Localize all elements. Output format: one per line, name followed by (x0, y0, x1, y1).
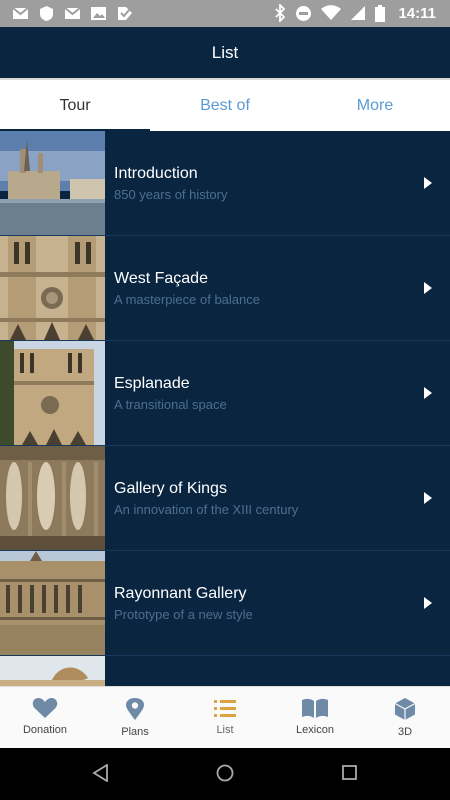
list-item-title: Gallery of Kings (114, 480, 227, 497)
shield-icon (38, 5, 55, 22)
thumbnail-image (0, 236, 105, 340)
list-item-partial[interactable] (0, 656, 450, 686)
nav-donation[interactable]: Donation (0, 687, 90, 748)
nav-lexicon[interactable]: Lexicon (270, 687, 360, 748)
gmail-icon (12, 5, 29, 22)
list-item-title: Esplanade (114, 375, 190, 392)
chevron-right-icon (424, 387, 432, 399)
nav-label: List (216, 724, 234, 736)
nav-list[interactable]: List (180, 687, 270, 748)
signal-icon (351, 6, 366, 20)
tab-best-of[interactable]: Best of (150, 80, 300, 131)
list-item-rayonnant-gallery[interactable]: Rayonnant Gallery Prototype of a new sty… (0, 551, 450, 656)
do-not-disturb-icon (296, 5, 312, 21)
chevron-right-icon (424, 282, 432, 294)
bluetooth-icon (275, 4, 286, 22)
recents-icon[interactable] (341, 764, 359, 782)
back-icon[interactable] (92, 764, 110, 782)
nav-label: Donation (22, 724, 68, 736)
thumbnail-image (0, 446, 105, 550)
list-item-title: Rayonnant Gallery (114, 585, 247, 602)
list-icon (214, 700, 236, 717)
tab-more[interactable]: More (300, 80, 450, 131)
system-icons: 14:11 (274, 4, 436, 22)
chevron-right-icon (424, 597, 432, 609)
chevron-right-icon (424, 492, 432, 504)
list-item-subtitle: A masterpiece of balance (114, 292, 260, 307)
map-pin-icon (126, 698, 144, 720)
list-item-title: Introduction (114, 165, 198, 182)
page-title: List (211, 43, 239, 62)
tour-list: Introduction 850 years of history West F… (0, 131, 450, 686)
list-item-esplanade[interactable]: Esplanade A transitional space (0, 341, 450, 446)
thumbnail-image (0, 131, 105, 235)
book-icon (302, 698, 328, 718)
list-item-subtitle: 850 years of history (114, 187, 228, 202)
list-item-subtitle: An innovation of the XIII century (114, 502, 299, 517)
wifi-icon (321, 5, 342, 20)
tab-tour[interactable]: Tour (0, 80, 150, 131)
heart-icon (32, 698, 58, 718)
nav-label: Lexicon (296, 724, 334, 736)
tag-check-icon (116, 5, 133, 22)
thumbnail-image (0, 551, 105, 655)
clock: 14:11 (398, 4, 436, 22)
nav-plans[interactable]: Plans (90, 687, 180, 748)
nav-label: 3D (397, 726, 413, 738)
list-item-introduction[interactable]: Introduction 850 years of history (0, 131, 450, 236)
list-item-subtitle: A transitional space (114, 397, 227, 412)
cube-icon (394, 698, 416, 720)
list-item-subtitle: Prototype of a new style (114, 607, 253, 622)
battery-icon (375, 4, 386, 22)
tab-bar: Tour Best of More (0, 78, 450, 131)
notification-icons (12, 5, 133, 22)
list-item-gallery-of-kings[interactable]: Gallery of Kings An innovation of the XI… (0, 446, 450, 551)
nav-3d[interactable]: 3D (360, 687, 450, 748)
image-icon (90, 5, 107, 22)
list-item-west-facade[interactable]: West Façade A masterpiece of balance (0, 236, 450, 341)
chevron-right-icon (424, 177, 432, 189)
app-bar: List (0, 27, 450, 78)
thumbnail-image (0, 656, 105, 686)
status-bar: 14:11 (0, 0, 450, 27)
list-item-title: West Façade (114, 270, 208, 287)
gmail-icon (64, 5, 81, 22)
thumbnail-image (0, 341, 105, 445)
home-icon[interactable] (216, 764, 234, 782)
system-navigation-bar (0, 748, 450, 800)
bottom-navigation: Donation Plans List Lexicon 3D (0, 686, 450, 748)
nav-label: Plans (121, 726, 149, 738)
